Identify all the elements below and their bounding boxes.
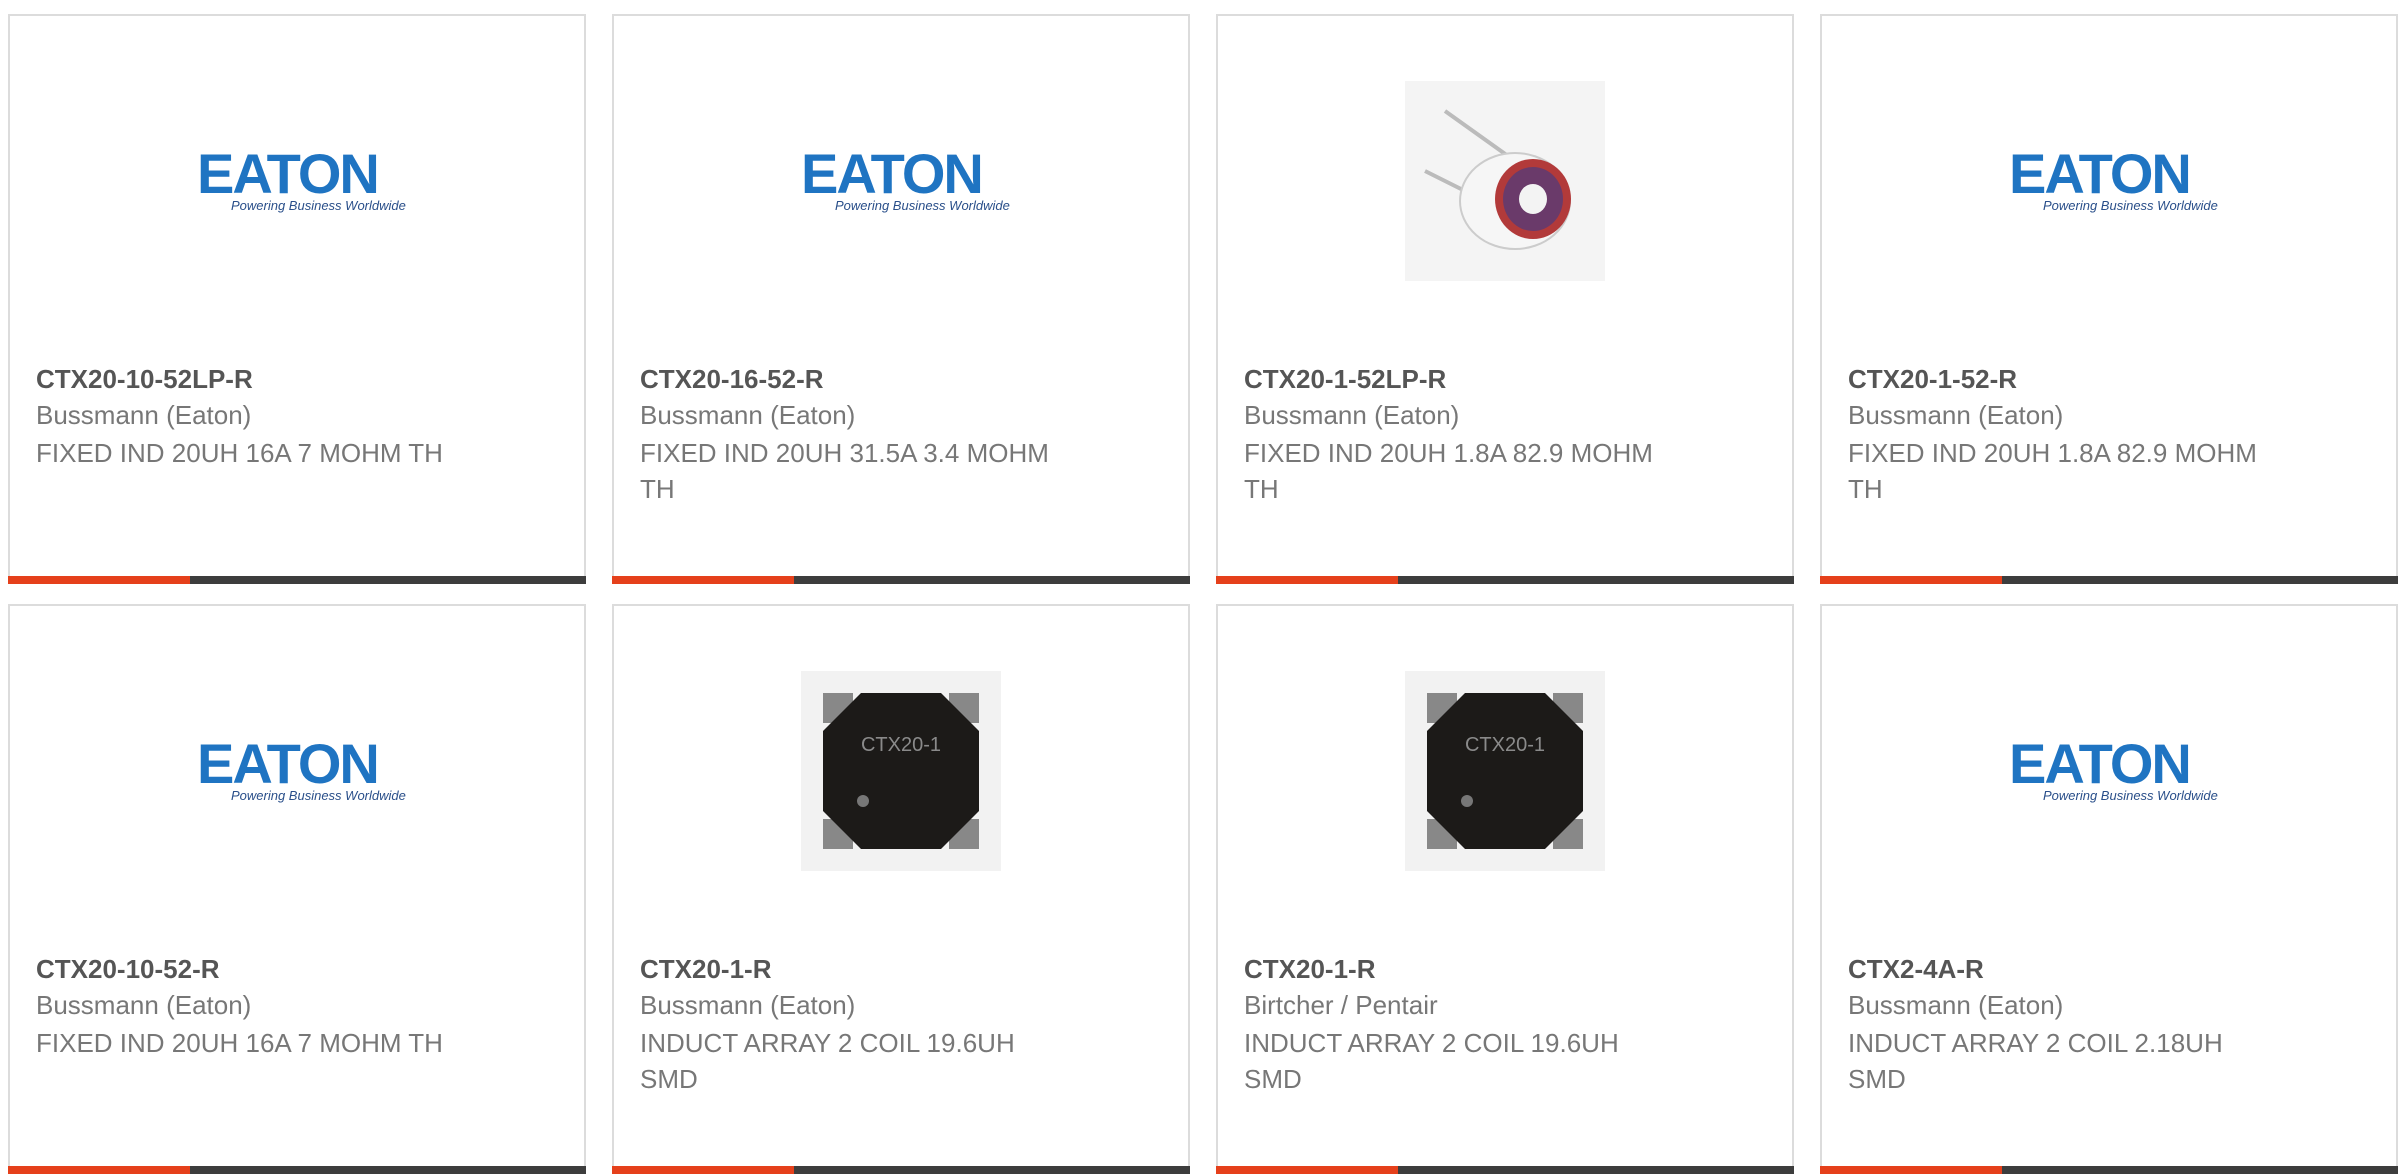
part-number[interactable]: CTX20-1-52LP-R [1244, 364, 1446, 395]
card-bar [8, 1166, 586, 1174]
card-bar-accent [1820, 1166, 2002, 1174]
manufacturer: Bussmann (Eaton) [640, 990, 856, 1020]
product-card[interactable]: CTX20-1 CTX20-1-R Birtcher / Pentair IND… [1216, 604, 1794, 1174]
eaton-logo: EATON Powering Business Worldwide [2009, 142, 2218, 216]
description: INDUCT ARRAY 2 COIL 2.18UH SMD [1848, 1028, 2223, 1094]
product-card[interactable]: CTX20-1 CTX20-1-R Bussmann (Eaton) INDUC… [612, 604, 1190, 1174]
eaton-logo: EATON Powering Business Worldwide [801, 142, 1010, 216]
logo-tagline: Powering Business Worldwide [2043, 198, 2218, 213]
product-image[interactable]: CTX20-1 [1218, 606, 1792, 936]
description: INDUCT ARRAY 2 COIL 19.6UH SMD [640, 1028, 1015, 1094]
card-bar-accent [1216, 576, 1398, 584]
part-number[interactable]: CTX20-1-R [1244, 954, 1375, 985]
smd-inductor-photo: CTX20-1 [1405, 671, 1605, 871]
eaton-logo: EATON Powering Business Worldwide [2009, 732, 2218, 806]
eaton-logo: EATON Powering Business Worldwide [197, 732, 406, 806]
logo-wordmark: EATON [2009, 142, 2192, 205]
product-card[interactable]: EATON Powering Business Worldwide CTX20-… [8, 14, 586, 584]
product-card[interactable]: EATON Powering Business Worldwide CTX20-… [8, 604, 586, 1174]
description: FIXED IND 20UH 16A 7 MOHM TH [36, 438, 443, 468]
product-image[interactable]: EATON Powering Business Worldwide [1822, 16, 2396, 346]
card-bar [612, 1166, 1190, 1174]
eaton-logo: EATON Powering Business Worldwide [197, 142, 406, 216]
logo-wordmark: EATON [801, 142, 984, 205]
logo-wordmark: EATON [197, 142, 380, 205]
card-bar-accent [8, 576, 190, 584]
product-image[interactable]: EATON Powering Business Worldwide [10, 16, 584, 346]
card-bar [1216, 576, 1794, 584]
description: FIXED IND 20UH 1.8A 82.9 MOHM TH [1848, 438, 2257, 504]
manufacturer: Bussmann (Eaton) [640, 400, 856, 430]
logo-wordmark: EATON [197, 732, 380, 795]
manufacturer: Bussmann (Eaton) [1244, 400, 1460, 430]
card-bar [1820, 576, 2398, 584]
product-card[interactable]: CTX20-1-52LP-R Bussmann (Eaton) FIXED IN… [1216, 14, 1794, 584]
logo-tagline: Powering Business Worldwide [835, 198, 1010, 213]
part-number[interactable]: CTX20-16-52-R [640, 364, 824, 395]
manufacturer: Bussmann (Eaton) [36, 400, 252, 430]
part-number[interactable]: CTX20-10-52-R [36, 954, 220, 985]
logo-wordmark: EATON [2009, 732, 2192, 795]
card-bar-accent [8, 1166, 190, 1174]
card-bar-accent [612, 576, 794, 584]
manufacturer: Birtcher / Pentair [1244, 990, 1438, 1020]
product-card[interactable]: EATON Powering Business Worldwide CTX20-… [1820, 14, 2398, 584]
product-image[interactable]: EATON Powering Business Worldwide [1822, 606, 2396, 936]
part-number[interactable]: CTX20-10-52LP-R [36, 364, 253, 395]
product-card[interactable]: EATON Powering Business Worldwide CTX2-4… [1820, 604, 2398, 1174]
product-image[interactable] [1218, 16, 1792, 346]
card-bar [1216, 1166, 1794, 1174]
part-number[interactable]: CTX20-1-52-R [1848, 364, 2017, 395]
manufacturer: Bussmann (Eaton) [1848, 990, 2064, 1020]
product-image[interactable]: EATON Powering Business Worldwide [10, 606, 584, 936]
product-image[interactable]: CTX20-1 [614, 606, 1188, 936]
logo-tagline: Powering Business Worldwide [231, 198, 406, 213]
description: FIXED IND 20UH 16A 7 MOHM TH [36, 1028, 443, 1058]
card-bar-accent [1216, 1166, 1398, 1174]
logo-tagline: Powering Business Worldwide [2043, 788, 2218, 803]
manufacturer: Bussmann (Eaton) [36, 990, 252, 1020]
description: FIXED IND 20UH 1.8A 82.9 MOHM TH [1244, 438, 1653, 504]
part-number[interactable]: CTX2-4A-R [1848, 954, 1984, 985]
toroid-inductor-photo [1405, 81, 1605, 281]
card-bar [612, 576, 1190, 584]
description: FIXED IND 20UH 31.5A 3.4 MOHM TH [640, 438, 1049, 504]
card-bar [8, 576, 586, 584]
description: INDUCT ARRAY 2 COIL 19.6UH SMD [1244, 1028, 1619, 1094]
card-bar [1820, 1166, 2398, 1174]
product-image[interactable]: EATON Powering Business Worldwide [614, 16, 1188, 346]
product-grid: EATON Powering Business Worldwide CTX20-… [0, 0, 2400, 1174]
smd-marking: CTX20-1 [1465, 734, 1545, 756]
logo-tagline: Powering Business Worldwide [231, 788, 406, 803]
product-card[interactable]: EATON Powering Business Worldwide CTX20-… [612, 14, 1190, 584]
smd-inductor-photo: CTX20-1 [801, 671, 1001, 871]
manufacturer: Bussmann (Eaton) [1848, 400, 2064, 430]
card-bar-accent [1820, 576, 2002, 584]
smd-marking: CTX20-1 [861, 734, 941, 756]
part-number[interactable]: CTX20-1-R [640, 954, 771, 985]
card-bar-accent [612, 1166, 794, 1174]
